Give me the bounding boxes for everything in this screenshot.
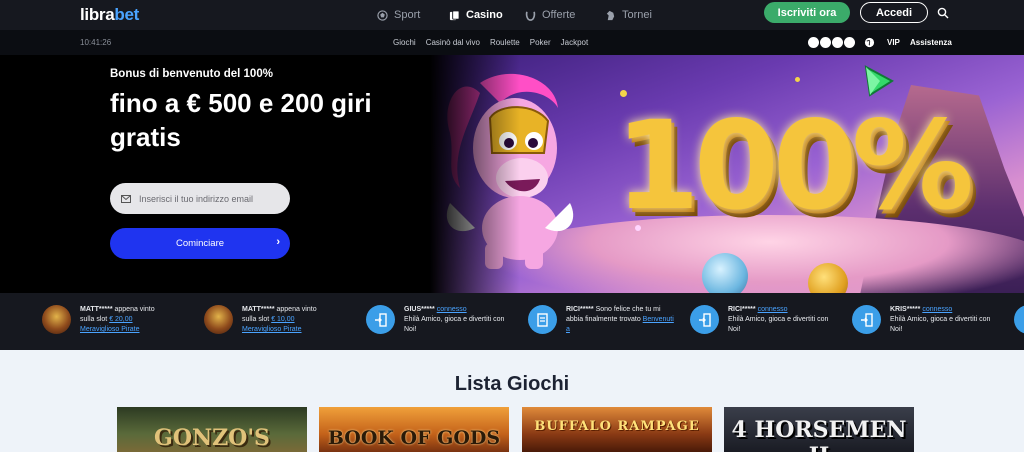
nav-offerte[interactable]: Offerte (525, 0, 575, 30)
promo-banner[interactable]: 100% (430, 55, 1024, 293)
soccer-ball-icon (377, 9, 388, 21)
nav-sport-label: Sport (394, 9, 421, 21)
subnav-poker[interactable]: Poker (530, 38, 551, 47)
start-button-label: Cominciare (175, 238, 225, 249)
subnav-jackpot[interactable]: Jackpot (561, 38, 589, 47)
horseshoe-icon (525, 11, 536, 21)
ticker-item[interactable]: KRIS***** connesso Ehilà Amico, gioca e … (852, 305, 1000, 339)
ticker-item[interactable]: RICI***** connesso Ehilà Amico, gioca e … (690, 305, 838, 339)
signup-button[interactable]: Iscriviti ora (764, 2, 850, 23)
vip-link[interactable]: VIP (887, 38, 900, 47)
status-link[interactable]: connesso (922, 306, 952, 313)
login-door-icon (374, 312, 387, 327)
ticker-text: KRIS***** connesso Ehilà Amico, gioca e … (890, 306, 991, 333)
nav-casino[interactable]: Casino (449, 0, 503, 30)
ticker-text: MATT***** appena vinto sulla slot € 10,0… (242, 306, 317, 333)
game-card-title: GONZO'S (154, 425, 270, 451)
subnav-giochi[interactable]: Giochi (393, 38, 416, 47)
game-card-gonzos[interactable]: GONZO'S (117, 407, 307, 452)
ticker-text: RICI***** Sono felice che tu mi abbia fi… (566, 306, 674, 333)
ticker-item[interactable]: GIUS***** connesso Ehilà Amico, gioca e … (366, 305, 514, 339)
nav-casino-label: Casino (466, 9, 503, 21)
start-button[interactable]: Cominciare › (110, 228, 290, 259)
game-card-book-of-gods[interactable]: BOOK OF GODS (319, 407, 509, 452)
ethereum-icon (832, 37, 843, 48)
signup-badge (528, 305, 557, 334)
win-amount[interactable]: € 20,00 (109, 316, 132, 323)
hero-title: fino a € 500 e 200 giri gratis (110, 88, 372, 152)
top-bar: librabet Sport Casino Offerte Tornei Isc… (0, 0, 1024, 30)
login-badge (1014, 305, 1024, 334)
litecoin-icon (808, 37, 819, 48)
game-card-buffalo-rampage[interactable]: BUFFALO RAMPAGE (522, 407, 712, 452)
search-icon[interactable] (937, 7, 949, 19)
email-field[interactable] (110, 183, 290, 214)
hero-subtitle: Bonus di benvenuto del 100% (110, 68, 273, 80)
librabet-logo[interactable]: librabet (80, 5, 139, 25)
ticker-item[interactable]: MATT***** appena vinto sulla slot € 20,0… (42, 305, 190, 339)
status-link[interactable]: connesso (437, 306, 467, 313)
nav-offerte-label: Offerte (542, 9, 576, 21)
banner-fade (430, 55, 520, 293)
login-button[interactable]: Accedi (860, 2, 928, 23)
games-title: Lista Giochi (454, 373, 570, 395)
assistance-link[interactable]: Assistenza (910, 38, 952, 47)
lightning-orb (702, 253, 748, 293)
chevron-right-icon: › (276, 236, 280, 248)
activity-ticker: MATT***** appena vinto sulla slot € 20,0… (0, 293, 1024, 350)
clock: 10:41:26 (80, 38, 112, 47)
game-card-title: BUFFALO RAMPAGE (534, 419, 700, 434)
login-badge (366, 305, 395, 334)
horse-icon (606, 10, 615, 20)
tether-icon (820, 37, 831, 48)
ticker-text: RICI***** connesso Ehilà Amico, gioca e … (728, 306, 829, 333)
game-card-4-horsemen[interactable]: 4 HORSEMEN II (724, 407, 914, 452)
email-input[interactable] (139, 193, 279, 204)
subnav-casino-live[interactable]: Casinò dal vivo (426, 38, 480, 47)
ticker-item[interactable]: RICI***** Sono felice che tu mi abbia fi… (528, 305, 676, 339)
login-badge (852, 305, 881, 334)
crypto-icons (808, 37, 855, 48)
subnav-roulette[interactable]: Roulette (490, 38, 520, 47)
nav-sport[interactable]: Sport (377, 0, 420, 30)
game-link[interactable]: Meraviglioso Pirate (80, 326, 140, 333)
login-door-icon (698, 312, 711, 327)
slot-game-thumbnail (42, 305, 71, 334)
bitcoin-icon (844, 37, 855, 48)
signup-form-icon (536, 312, 548, 327)
hero-section: Bonus di benvenuto del 100% fino a € 500… (0, 55, 1024, 293)
cards-icon (449, 9, 460, 20)
sub-navigation: Giochi Casinò dal vivo Roulette Poker Ja… (393, 38, 598, 47)
green-gem-icon (864, 65, 894, 97)
nav-tornei[interactable]: Tornei (605, 0, 652, 30)
globe-icon[interactable] (864, 37, 875, 48)
login-badge (690, 305, 719, 334)
win-amount[interactable]: € 10,00 (271, 316, 294, 323)
slot-game-thumbnail (204, 305, 233, 334)
nav-tornei-label: Tornei (622, 9, 652, 21)
games-section: Lista Giochi GONZO'S BOOK OF GODS BUFFAL… (0, 350, 1024, 452)
game-card-title: BOOK OF GODS (327, 427, 501, 449)
game-card-title: 4 HORSEMEN II (731, 417, 907, 452)
mail-icon (121, 194, 131, 203)
ticker-item[interactable]: MATT***** appena vinto sulla slot € 10,0… (204, 305, 352, 339)
game-link[interactable]: Meraviglioso Pirate (242, 326, 302, 333)
banner-percent: 100% (615, 95, 974, 237)
ticker-text: GIUS***** connesso Ehilà Amico, gioca e … (404, 306, 505, 333)
ticker-item-partial[interactable] (1014, 305, 1024, 339)
sparkle (795, 77, 800, 82)
login-door-icon (860, 312, 873, 327)
ticker-text: MATT***** appena vinto sulla slot € 20,0… (80, 306, 155, 333)
status-link[interactable]: connesso (758, 306, 788, 313)
